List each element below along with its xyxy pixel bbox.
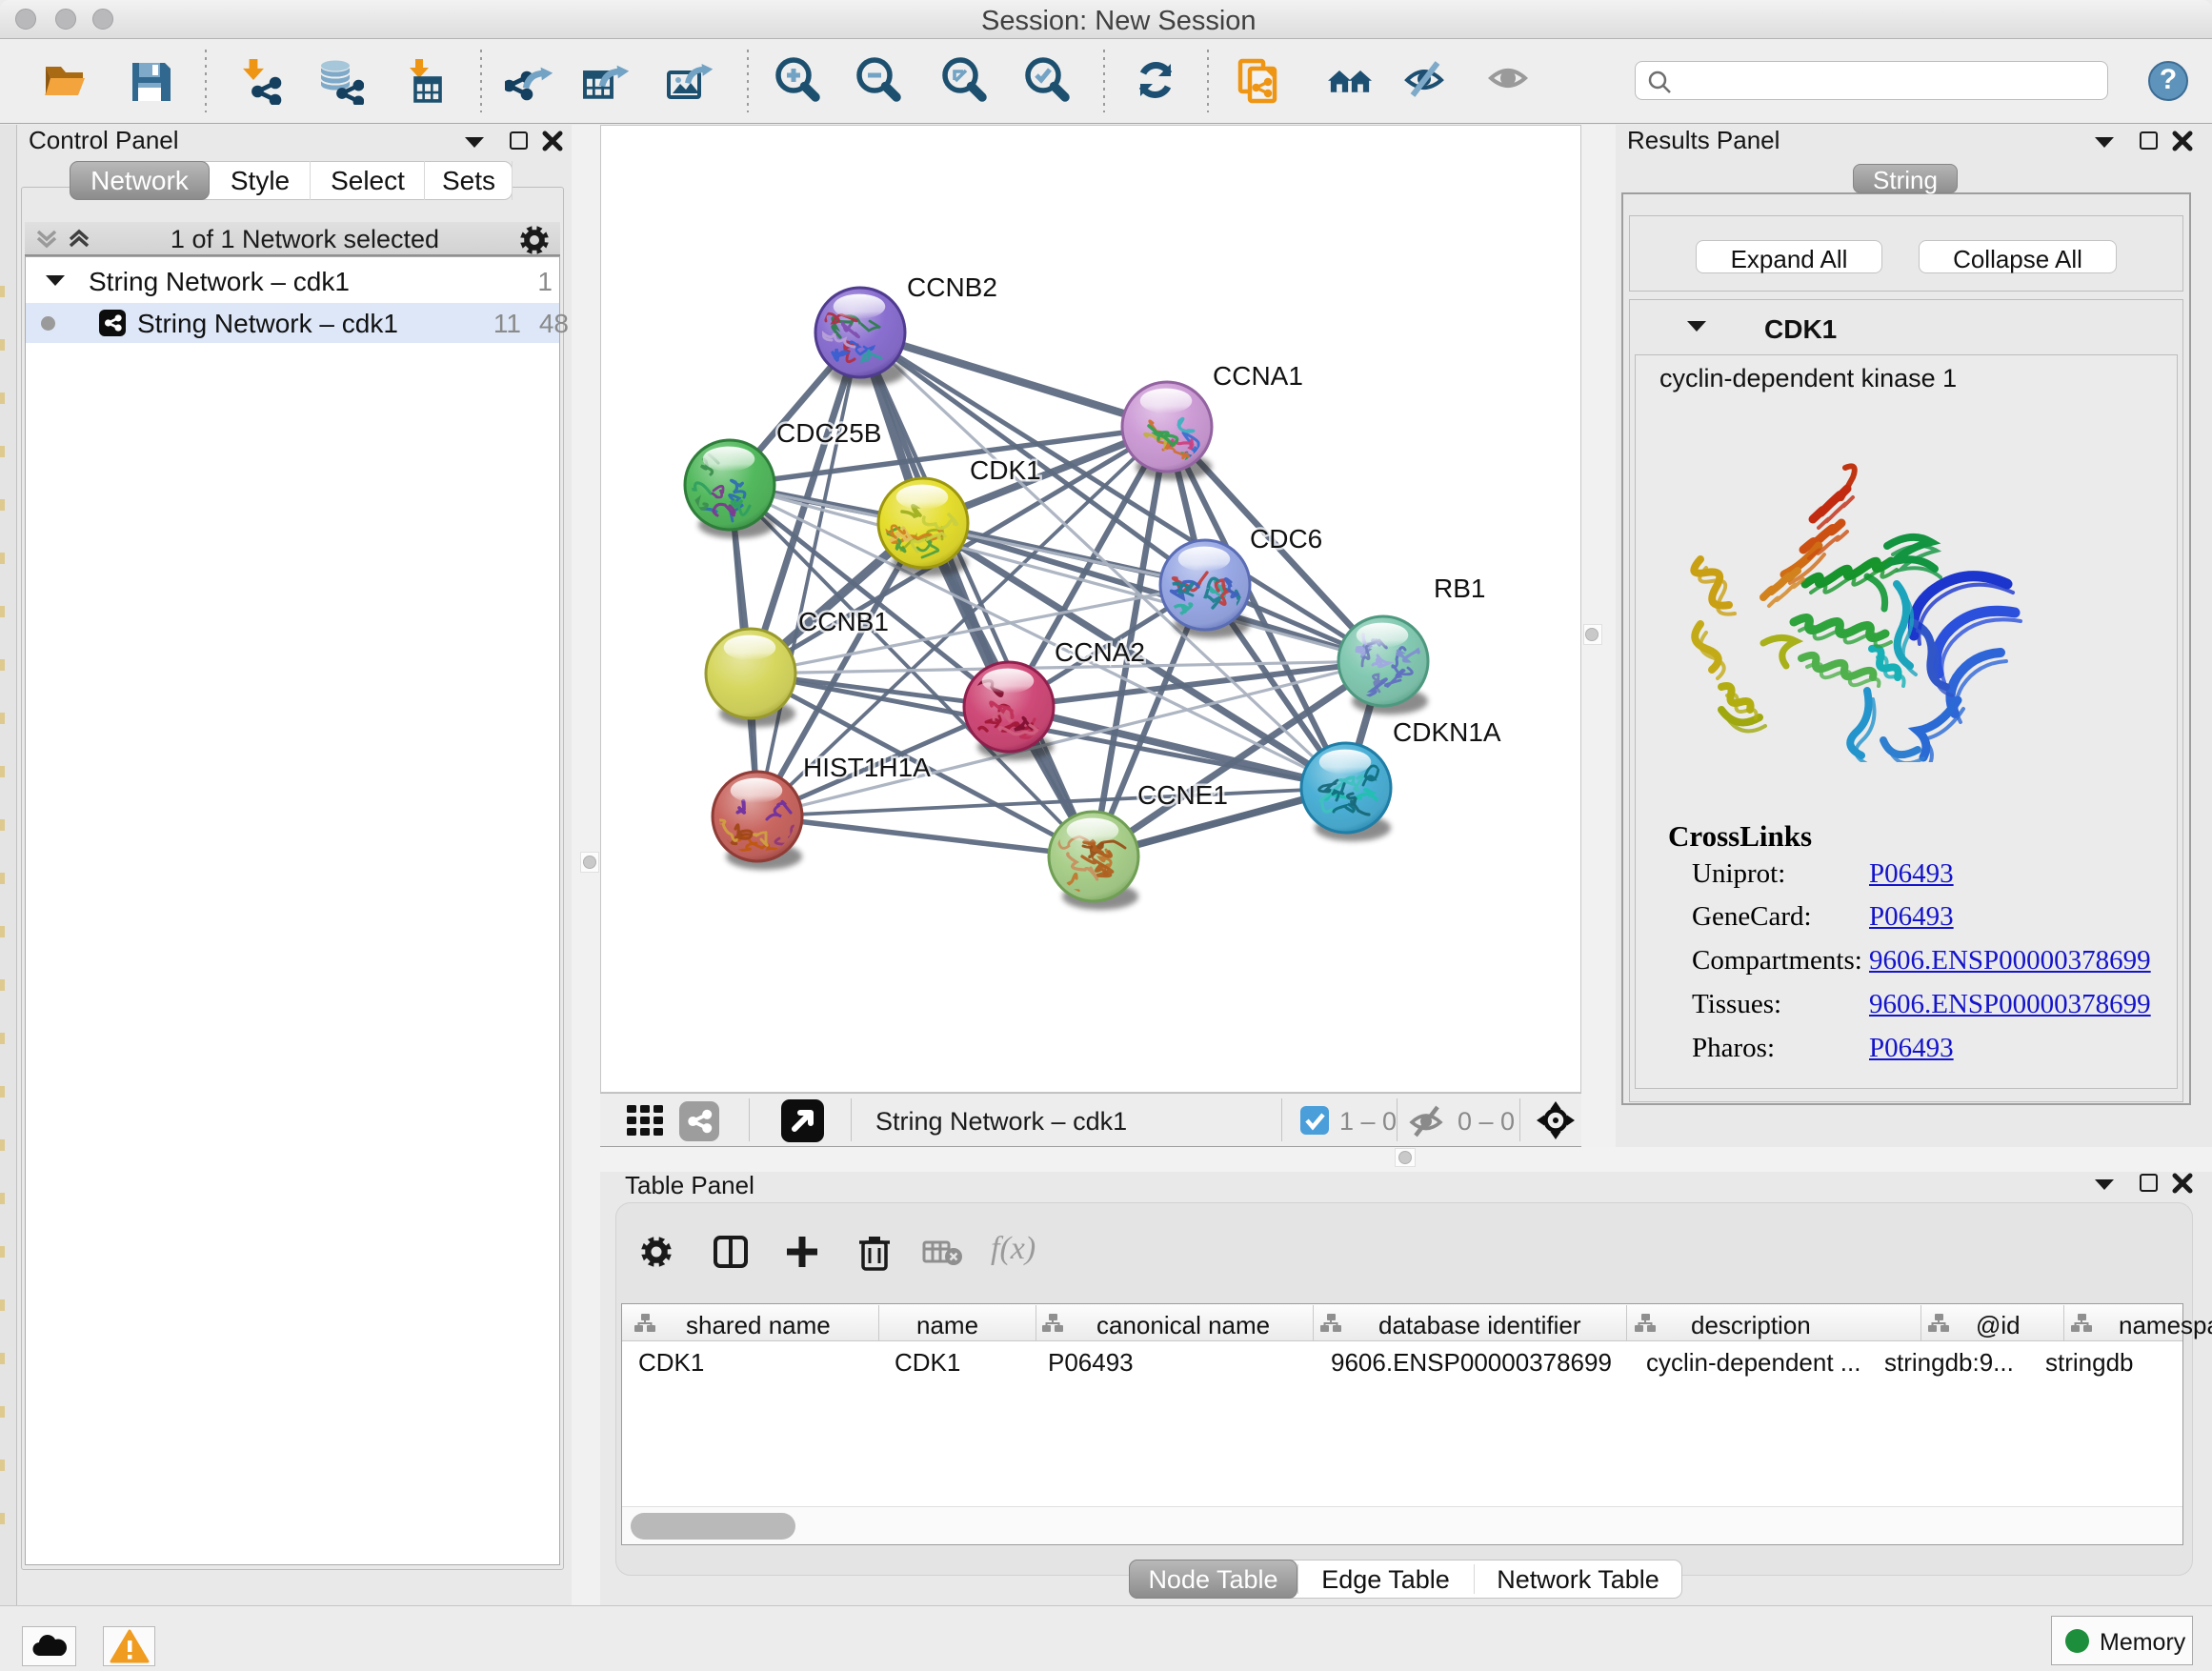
svg-text:CCNB1: CCNB1 <box>798 607 889 636</box>
svg-text:RB1: RB1 <box>1434 574 1485 603</box>
svg-text:CDC6: CDC6 <box>1250 524 1322 554</box>
svg-text:CDKN1A: CDKN1A <box>1393 717 1501 747</box>
svg-text:CCNA1: CCNA1 <box>1213 361 1303 391</box>
svg-text:CCNA2: CCNA2 <box>1055 637 1145 667</box>
svg-text:CCNB2: CCNB2 <box>907 272 997 302</box>
svg-text:HIST1H1A: HIST1H1A <box>803 753 931 782</box>
svg-text:CDC25B: CDC25B <box>776 418 881 448</box>
svg-text:CCNE1: CCNE1 <box>1137 780 1228 810</box>
svg-text:CDK1: CDK1 <box>970 455 1041 485</box>
